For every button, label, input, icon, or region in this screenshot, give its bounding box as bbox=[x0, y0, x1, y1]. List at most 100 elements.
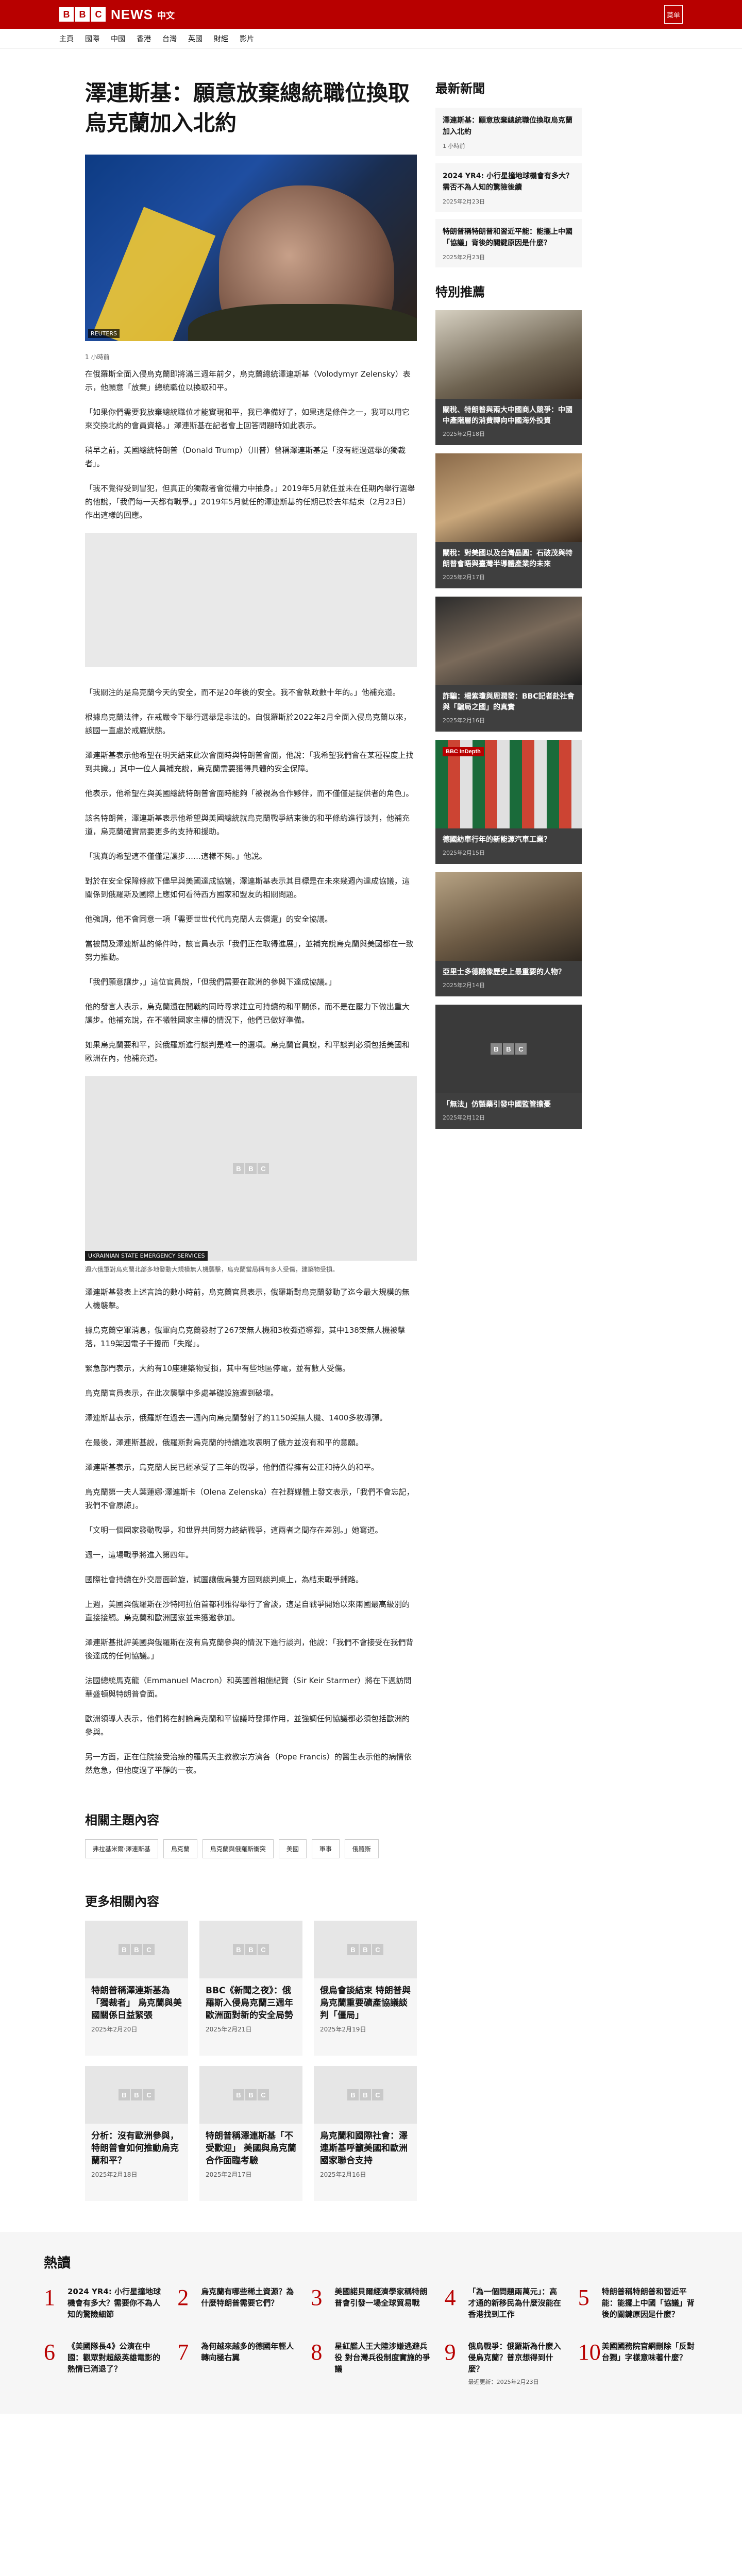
card-title[interactable]: 特朗普稱澤連斯基為「獨裁者」 烏克蘭與美國關係日益緊張 bbox=[85, 1978, 188, 2025]
most-read-title[interactable]: 「為一個問題兩萬元」：高才通的新移民為什麼沒能在香港找到工作 bbox=[468, 2286, 565, 2320]
more-card[interactable]: B B C 俄烏會談結束 特朗普與烏克蘭重要礦產協議談判「僵局」 2025年2月19日 bbox=[314, 1921, 417, 2056]
most-read-title[interactable]: 為何越來越多的德國年輕人轉向極右翼 bbox=[201, 2341, 297, 2363]
most-read-item[interactable]: 5 特朗普稱特朗普和習近平能：能擺上中國「協議」背後的關鍵原因是什麼？ bbox=[578, 2286, 698, 2320]
most-read-item[interactable]: 8 星紅艦人王大陸涉嫌逃避兵役 對台灣兵役制度實施的爭議 bbox=[311, 2341, 431, 2386]
more-card[interactable]: B B C 分析：沒有歐洲參與，特朗普會如何推動烏克蘭和平？ 2025年2月18日 bbox=[85, 2066, 188, 2201]
article-paragraph: 對於在安全保障條款下儘早與美國達成協議，澤連斯基表示其目標是在未來幾週內達成協議… bbox=[85, 876, 410, 899]
card-title[interactable]: 俄烏會談結束 特朗普與烏克蘭重要礦產協議談判「僵局」 bbox=[314, 1978, 417, 2025]
article-paragraph: 「我不覺得受到冒犯，但真正的獨裁者會從權力中抽身。」2019年5月就任並未在任期… bbox=[85, 484, 415, 520]
latest-title: 最新新聞 bbox=[435, 81, 485, 96]
feature-title[interactable]: 詐騙：楊紫瓊與周潤發：BBC記者赴社會與「騙局之國」的真實 bbox=[435, 685, 582, 716]
article-paragraph: 烏克蘭第一夫人葉蓮娜·澤連斯卡（Olena Zelenska）在社群媒體上發文表… bbox=[85, 1487, 414, 1510]
article: 澤連斯基：願意放棄總統職位換取烏克蘭加入北約 REUTERS 1 小時前 在俄羅… bbox=[85, 78, 417, 2232]
topic-tag[interactable]: 烏克蘭與俄羅斯衝突 bbox=[202, 1839, 274, 1858]
most-read-title[interactable]: 星紅艦人王大陸涉嫌逃避兵役 對台灣兵役制度實施的爭議 bbox=[334, 2341, 431, 2375]
card-image: BBC bbox=[314, 1921, 417, 1978]
article-paragraph: 法國總統馬克龍（Emmanuel Macron）和英國首相施紀賢（Sir Kei… bbox=[85, 1676, 412, 1699]
article-figure: BBC UKRAINIAN STATE EMERGENCY SERVICES bbox=[85, 1076, 417, 1261]
feature-title[interactable]: 「無法」仿製藥引發中國監管擔憂 bbox=[435, 1093, 582, 1113]
most-read-item[interactable]: 6 《美國隊長4》公演在中國：觀眾對超級英雄電影的熱情已消退了？ bbox=[44, 2341, 164, 2386]
most-read-title: 熱讀 bbox=[44, 2256, 71, 2271]
nav-video[interactable]: 影片 bbox=[240, 33, 254, 44]
article-paragraph: 國際社會持續在外交層面斡旋，試圖讓俄烏雙方回到談判桌上，為結束戰爭鋪路。 bbox=[85, 1575, 364, 1584]
card-date: 2025年2月20日 bbox=[91, 2026, 138, 2033]
feature-card[interactable]: BBC InDepth 德國紡車行年的新能源汽車工業？ 2025年2月15日 bbox=[435, 740, 582, 864]
topic-tag[interactable]: 軍事 bbox=[311, 1839, 340, 1858]
nav-business[interactable]: 財經 bbox=[214, 33, 228, 44]
topic-tag[interactable]: 烏克蘭 bbox=[163, 1839, 197, 1858]
card-image: BBC bbox=[199, 1921, 302, 1978]
top-bar: B B C NEWS 中文 菜单 bbox=[0, 0, 742, 29]
most-read-item[interactable]: 2 烏克蘭有哪些稀土資源？為什麼特朗普需要它們？ bbox=[177, 2286, 297, 2320]
rank-number: 2 bbox=[177, 2285, 189, 2310]
nav-home[interactable]: 主頁 bbox=[59, 33, 74, 44]
article-paragraph: 澤連斯基表示他希望在明天結束此次會面時與特朗普會面，他說：「我希望我們會在某種程… bbox=[85, 751, 414, 773]
article-paragraph: 「我關注的是烏克蘭今天的安全，而不是20年後的安全。我不會執政數十年的。」他補充… bbox=[85, 688, 400, 697]
topic-tag[interactable]: 俄羅斯 bbox=[344, 1839, 379, 1858]
feature-card[interactable]: 詐騙：楊紫瓊與周潤發：BBC記者赴社會與「騙局之國」的真實 2025年2月16日 bbox=[435, 597, 582, 732]
most-read-item[interactable]: 9 俄烏戰爭：俄羅斯為什麼入侵烏克蘭？普京想得到什麼？ 最近更新：2025年2月23… bbox=[445, 2341, 565, 2386]
article-paragraph: 在俄羅斯全面入侵烏克蘭即將滿三週年前夕，烏克蘭總統澤連斯基（Volodymyr … bbox=[85, 369, 411, 392]
card-title[interactable]: 特朗普稱澤連斯基「不受歡迎」 美國與烏克蘭合作面臨考驗 bbox=[199, 2124, 302, 2170]
most-read-title[interactable]: 特朗普稱特朗普和習近平能：能擺上中國「協議」背後的關鍵原因是什麼？ bbox=[602, 2286, 698, 2320]
more-card[interactable]: B B C BBC《新聞之夜》：俄羅斯入侵烏克蘭三週年 歐洲面對新的安全局勢 2025年… bbox=[199, 1921, 302, 2056]
most-read-item[interactable]: 10 美國國務院官網刪除「反對台獨」字樣意味著什麼？ bbox=[578, 2341, 698, 2386]
nav-uk[interactable]: 英國 bbox=[188, 33, 203, 44]
more-card[interactable]: B B C 特朗普稱澤連斯基為「獨裁者」 烏克蘭與美國關係日益緊張 2025年2月20日 bbox=[85, 1921, 188, 2056]
feature-card[interactable]: 關稅、特朗普與兩大中國商人競爭：中國中產階層的消費轉向中國海外投資 2025年2月… bbox=[435, 310, 582, 445]
latest-item[interactable]: 澤連斯基：願意放棄總統職位換取烏克蘭加入北約 1 小時前 bbox=[435, 108, 582, 156]
most-read-item[interactable]: 1 2024 YR4: 小行星撞地球機會有多大？需要你不為人知的驚險細節 bbox=[44, 2286, 164, 2320]
feature-image: BBC bbox=[435, 1005, 582, 1093]
menu-button[interactable]: 菜单 bbox=[664, 5, 683, 24]
nav-hongkong[interactable]: 香港 bbox=[137, 33, 151, 44]
article-paragraph: 「文明一個國家發動戰爭，和世界共同努力終結戰爭，這兩者之間存在差別。」她寫道。 bbox=[85, 1526, 383, 1535]
topic-tag[interactable]: 美國 bbox=[278, 1839, 307, 1858]
feature-title[interactable]: 關稅：對美國以及台灣晶圓：石破茂與特朗普會晤與臺灣半導體產業的未來 bbox=[435, 542, 582, 573]
feature-title[interactable]: 關稅、特朗普與兩大中國商人競爭：中國中產階層的消費轉向中國海外投資 bbox=[435, 399, 582, 430]
latest-item-title[interactable]: 2024 YR4: 小行星撞地球機會有多大？需否不為人知的驚險後續 bbox=[443, 171, 575, 193]
rank-number: 7 bbox=[177, 2340, 189, 2365]
card-title[interactable]: BBC《新聞之夜》：俄羅斯入侵烏克蘭三週年 歐洲面對新的安全局勢 bbox=[199, 1978, 302, 2025]
nav-taiwan[interactable]: 台灣 bbox=[162, 33, 177, 44]
related-topics-title: 相關主題內容 bbox=[85, 1813, 159, 1827]
more-card[interactable]: B B C 特朗普稱澤連斯基「不受歡迎」 美國與烏克蘭合作面臨考驗 2025年2月17日 bbox=[199, 2066, 302, 2201]
most-read-item[interactable]: 4 「為一個問題兩萬元」：高才通的新移民為什麼沒能在香港找到工作 bbox=[445, 2286, 565, 2320]
brand-news[interactable]: NEWS bbox=[111, 7, 153, 23]
latest-item-title[interactable]: 澤連斯基：願意放棄總統職位換取烏克蘭加入北約 bbox=[443, 115, 575, 138]
card-title[interactable]: 烏克蘭和國際社會：澤連斯基呼籲美國和歐洲國家聯合支持 bbox=[314, 2124, 417, 2170]
most-read-title[interactable]: 美國諾貝爾經濟學家稱特朗普會引發一場全球貿易戰 bbox=[334, 2286, 431, 2309]
most-read-item[interactable]: 7 為何越來越多的德國年輕人轉向極右翼 bbox=[177, 2341, 297, 2386]
feature-image: BBC InDepth bbox=[435, 740, 582, 828]
card-title[interactable]: 分析：沒有歐洲參與，特朗普會如何推動烏克蘭和平？ bbox=[85, 2124, 188, 2170]
bbc-logo[interactable]: B B C bbox=[59, 7, 106, 22]
feature-card[interactable]: B B C 「無法」仿製藥引發中國監管擔憂 2025年2月12日 bbox=[435, 1005, 582, 1129]
feature-title[interactable]: 德國紡車行年的新能源汽車工業？ bbox=[435, 828, 582, 849]
more-grid: B B C 特朗普稱澤連斯基為「獨裁者」 烏克蘭與美國關係日益緊張 2025年2月20日… bbox=[85, 1921, 417, 2201]
card-image: BBC bbox=[85, 1921, 188, 1978]
article-paragraph: 稍早之前，美國總統特朗普（Donald Trump）（川普）曾稱澤連斯基是「沒有… bbox=[85, 446, 406, 468]
latest-item[interactable]: 2024 YR4: 小行星撞地球機會有多大？需否不為人知的驚險後續 2025年2月… bbox=[435, 163, 582, 212]
most-read-title[interactable]: 2024 YR4: 小行星撞地球機會有多大？需要你不為人知的驚險細節 bbox=[68, 2286, 164, 2320]
article-paragraph: 澤連斯基表示，烏克蘭人民已經承受了三年的戰爭，他們值得擁有公正和持久的和平。 bbox=[85, 1463, 379, 1472]
most-read-title[interactable]: 俄烏戰爭：俄羅斯為什麼入侵烏克蘭？普京想得到什麼？ bbox=[468, 2341, 565, 2375]
nav-china[interactable]: 中國 bbox=[111, 33, 125, 44]
most-read-item[interactable]: 3 美國諾貝爾經濟學家稱特朗普會引發一場全球貿易戰 bbox=[311, 2286, 431, 2320]
article-timestamp: 1 小時前 bbox=[85, 353, 110, 361]
latest-item[interactable]: 特朗普稱特朗普和習近平能：能擺上中國「協議」背後的關鍵原因是什麼？ 2025年2月… bbox=[435, 219, 582, 267]
feature-date: 2025年2月17日 bbox=[443, 574, 485, 581]
article-title: 澤連斯基：願意放棄總統職位換取烏克蘭加入北約 bbox=[85, 80, 410, 135]
brand-sub[interactable]: 中文 bbox=[157, 8, 175, 21]
most-read-title[interactable]: 《美國隊長4》公演在中國：觀眾對超級英雄電影的熱情已消退了？ bbox=[68, 2341, 164, 2375]
article-body-a: 在俄羅斯全面入侵烏克蘭即將滿三週年前夕，烏克蘭總統澤連斯基（Volodymyr … bbox=[85, 367, 417, 522]
latest-item-title[interactable]: 特朗普稱特朗普和習近平能：能擺上中國「協議」背後的關鍵原因是什麼？ bbox=[443, 226, 575, 249]
more-card[interactable]: B B C 烏克蘭和國際社會：澤連斯基呼籲美國和歐洲國家聯合支持 2025年2月16日 bbox=[314, 2066, 417, 2201]
most-read-title[interactable]: 美國國務院官網刪除「反對台獨」字樣意味著什麼？ bbox=[602, 2341, 698, 2363]
topic-tag[interactable]: 弗拉基米爾·澤連斯基 bbox=[85, 1839, 158, 1858]
logo-letter: B bbox=[75, 7, 90, 22]
most-read-title[interactable]: 烏克蘭有哪些稀土資源？為什麼特朗普需要它們？ bbox=[201, 2286, 297, 2309]
nav-international[interactable]: 國際 bbox=[85, 33, 99, 44]
feature-title[interactable]: 亞里士多德雕像歷史上最重要的人物？ bbox=[435, 961, 582, 981]
feature-card[interactable]: 亞里士多德雕像歷史上最重要的人物？ 2025年2月14日 bbox=[435, 872, 582, 996]
article-paragraph: 他的發言人表示，烏克蘭還在開戰的同時尋求建立可持續的和平關係，而不是在壓力下做出… bbox=[85, 1002, 410, 1025]
feature-card[interactable]: 關稅：對美國以及台灣晶圓：石破茂與特朗普會晤與臺灣半導體產業的未來 2025年2月… bbox=[435, 453, 582, 588]
